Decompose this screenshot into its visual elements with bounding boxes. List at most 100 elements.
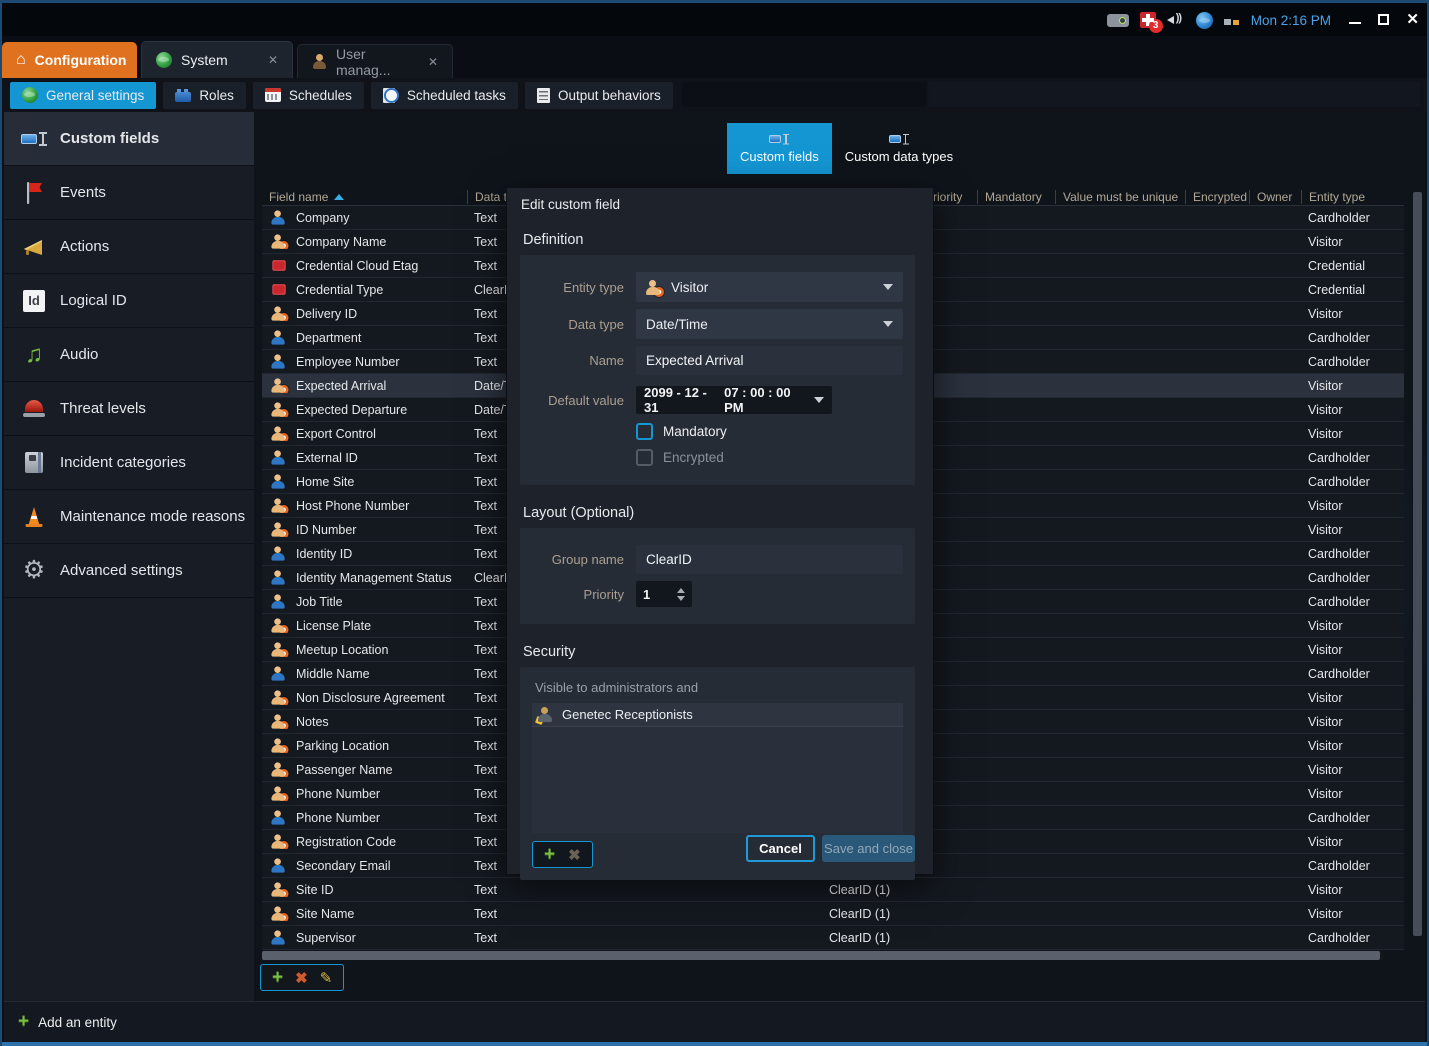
maximize-button[interactable] (1378, 14, 1389, 25)
field-name: Company Name (296, 235, 386, 249)
calendar-icon (265, 88, 281, 102)
mandatory-label: Mandatory (663, 424, 727, 439)
field-entity-type: Cardholder (1301, 451, 1404, 465)
sidebar-item-events[interactable]: Events (4, 166, 254, 220)
toolbar-roles[interactable]: Roles (163, 82, 246, 109)
add-field-button[interactable]: + (272, 969, 283, 987)
tab-system[interactable]: System ✕ (141, 41, 293, 78)
sidebar-item-logical-id[interactable]: Id Logical ID (4, 274, 254, 328)
roles-icon (175, 89, 191, 102)
encrypted-checkbox[interactable] (636, 449, 653, 466)
entity-icon (271, 546, 286, 560)
settings-sidebar: Custom fields Events Actions Id Logical … (4, 112, 254, 1001)
visible-to-label: Visible to administrators and (535, 680, 903, 695)
health-alert-icon[interactable]: 3 (1140, 12, 1156, 28)
table-row[interactable]: Site Name Text ClearID (1) Visitor (262, 902, 1404, 926)
field-data-type: Text (467, 883, 617, 897)
sidebar-item-maintenance-mode-reasons[interactable]: Maintenance mode reasons (4, 490, 254, 544)
visitor-icon (646, 280, 662, 295)
field-entity-type: Visitor (1301, 787, 1404, 801)
stepper-arrows[interactable] (677, 588, 685, 601)
close-tab-icon[interactable]: ✕ (268, 53, 278, 67)
search-bar[interactable] (682, 82, 1420, 107)
column-header-encrypted[interactable]: Encrypted (1185, 190, 1249, 204)
window-bottom-edge (2, 1042, 1427, 1046)
toolbar-general-settings[interactable]: General settings (10, 82, 156, 109)
tab-user-management[interactable]: User manag... ✕ (297, 44, 453, 78)
toggle-custom-data-types[interactable]: Custom data types (832, 123, 966, 174)
field-name: Delivery ID (296, 307, 357, 321)
close-tab-icon[interactable]: ✕ (428, 55, 438, 69)
acl-list-item[interactable]: Genetec Receptionists (532, 703, 903, 727)
mandatory-checkbox[interactable] (636, 423, 653, 440)
entity-icon (271, 234, 286, 248)
sidebar-item-incident-categories[interactable]: Incident categories (4, 436, 254, 490)
close-button[interactable]: ✕ (1406, 12, 1419, 27)
user-group-icon (538, 707, 554, 722)
camera-tray-icon[interactable] (1107, 14, 1129, 27)
system-tray: 3 Mon 2:16 PM (1107, 8, 1331, 32)
system-globe-icon (156, 52, 172, 68)
toolbar-schedules[interactable]: Schedules (253, 82, 364, 109)
home-icon: ⌂ (16, 53, 26, 67)
horizontal-scrollbar[interactable] (262, 951, 1384, 960)
edit-field-button[interactable]: ✎ (320, 969, 333, 987)
toolbar-output-behaviors[interactable]: Output behaviors (525, 82, 673, 109)
sidebar-item-threat-levels[interactable]: Threat levels (4, 382, 254, 436)
field-entity-type: Cardholder (1301, 859, 1404, 873)
table-row[interactable]: Site ID Text ClearID (1) Visitor (262, 878, 1404, 902)
horizontal-scrollbar-thumb[interactable] (262, 951, 1380, 960)
table-row[interactable]: Supervisor Text ClearID (1) Cardholder (262, 926, 1404, 950)
priority-stepper[interactable]: 1 (636, 581, 692, 607)
default-value-datetime-picker[interactable]: 2099 - 12 - 31 07 : 00 : 00 PM (636, 386, 832, 414)
tab-label: User manag... (336, 46, 419, 78)
save-and-close-button[interactable]: Save and close (822, 835, 915, 862)
sidebar-item-audio[interactable]: ♫ Audio (4, 328, 254, 382)
column-header-value-must-be-unique[interactable]: Value must be unique (1055, 190, 1185, 204)
column-header-owner[interactable]: Owner (1249, 190, 1301, 204)
vertical-scrollbar-thumb[interactable] (1413, 192, 1422, 936)
column-header-entity-type[interactable]: Entity type (1301, 190, 1404, 204)
time-part[interactable]: 07 : 00 : 00 PM (724, 385, 805, 415)
music-note-icon: ♫ (12, 340, 56, 370)
column-header-field-name[interactable]: Field name (262, 190, 467, 204)
sidebar-item-custom-fields[interactable]: Custom fields (4, 112, 254, 166)
minimize-button[interactable] (1349, 22, 1361, 24)
window-controls: ✕ (1349, 7, 1419, 31)
entity-icon (271, 354, 286, 368)
sidebar-item-actions[interactable]: Actions (4, 220, 254, 274)
delete-field-button[interactable]: ✖ (295, 969, 308, 987)
speaker-icon[interactable] (1167, 12, 1185, 28)
taskbar-mini-icon[interactable] (1224, 14, 1240, 26)
data-type-dropdown[interactable]: Date/Time (636, 309, 903, 339)
network-globe-icon[interactable] (1196, 12, 1213, 29)
field-entity-type: Cardholder (1301, 571, 1404, 585)
date-part[interactable]: 2099 - 12 - 31 (644, 385, 717, 415)
name-input[interactable]: Expected Arrival (636, 346, 903, 375)
entity-type-label: Entity type (532, 280, 624, 295)
field-name: Credential Type (296, 283, 383, 297)
layout-panel: Group name ClearID Priority 1 (520, 528, 915, 624)
tab-configuration[interactable]: ⌂ Configuration (2, 42, 137, 78)
field-entity-type: Cardholder (1301, 211, 1404, 225)
default-value-label: Default value (532, 393, 624, 408)
column-header-mandatory[interactable]: Mandatory (977, 190, 1055, 204)
entity-icon (271, 666, 286, 680)
entity-icon (271, 378, 286, 392)
field-entity-type: Visitor (1301, 523, 1404, 537)
add-an-entity-button[interactable]: Add an entity (38, 1015, 117, 1030)
vertical-scrollbar[interactable] (1412, 190, 1423, 945)
sidebar-item-advanced-settings[interactable]: ⚙ Advanced settings (4, 544, 254, 598)
tab-label: Configuration (35, 52, 127, 68)
toolbar-scheduled-tasks[interactable]: Scheduled tasks (371, 82, 518, 109)
cancel-button[interactable]: Cancel (746, 835, 815, 862)
field-entity-type: Credential (1301, 259, 1404, 273)
entity-icon (271, 330, 286, 344)
acl-list[interactable]: Genetec Receptionists (532, 703, 903, 833)
field-name: Middle Name (296, 667, 370, 681)
entity-type-dropdown[interactable]: Visitor (636, 272, 903, 302)
toggle-custom-fields[interactable]: Custom fields (727, 123, 832, 174)
field-group-name: ClearID (1) (822, 907, 917, 921)
section-security: Security (523, 644, 933, 660)
group-name-input[interactable]: ClearID (636, 545, 903, 574)
